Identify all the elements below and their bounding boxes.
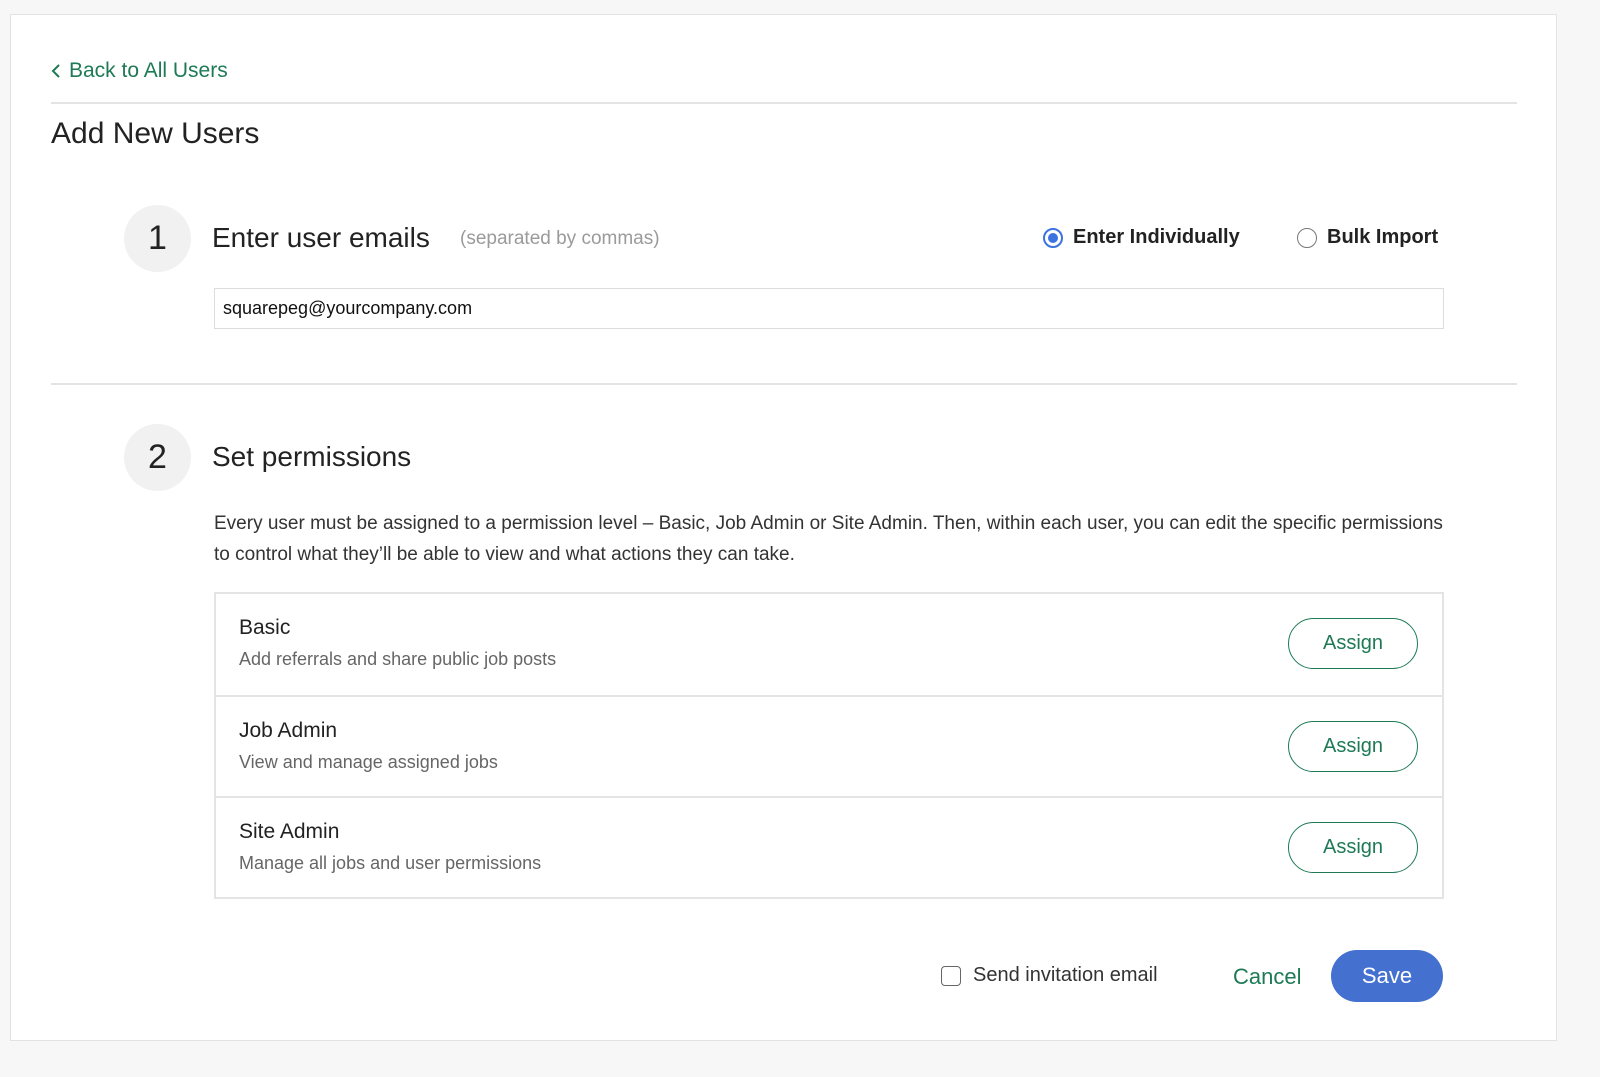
step-hint: (separated by commas) bbox=[460, 228, 660, 249]
step-number: 1 bbox=[124, 205, 191, 272]
permission-name: Site Admin bbox=[239, 820, 340, 843]
divider bbox=[51, 102, 1517, 104]
permission-name: Basic bbox=[239, 616, 291, 639]
checkbox-icon[interactable] bbox=[941, 965, 961, 986]
assign-job-admin-button[interactable]: Assign bbox=[1288, 721, 1418, 772]
permission-description: View and manage assigned jobs bbox=[239, 752, 498, 772]
chevron-left-icon bbox=[51, 64, 60, 78]
divider bbox=[51, 383, 1517, 385]
email-input[interactable] bbox=[214, 288, 1444, 329]
permission-row-site-admin: Site Admin Manage all jobs and user perm… bbox=[216, 796, 1442, 897]
page-title: Add New Users bbox=[51, 117, 260, 150]
permission-description: Manage all jobs and user permissions bbox=[239, 853, 542, 873]
assign-site-admin-button[interactable]: Assign bbox=[1288, 822, 1418, 873]
permissions-description: Every user must be assigned to a permiss… bbox=[214, 513, 1443, 565]
permission-description: Add referrals and share public job posts bbox=[239, 649, 557, 669]
radio-unselected-icon bbox=[1297, 227, 1317, 248]
cancel-button[interactable]: Cancel bbox=[1233, 964, 1301, 990]
back-link[interactable]: Back to All Users bbox=[51, 59, 228, 83]
radio-label: Enter Individually bbox=[1073, 226, 1240, 248]
send-invitation-label: Send invitation email bbox=[973, 964, 1158, 986]
permission-row-basic: Basic Add referrals and share public job… bbox=[216, 594, 1442, 695]
step-heading: Enter user emails bbox=[212, 222, 430, 253]
permission-levels-table: Basic Add referrals and share public job… bbox=[214, 592, 1444, 899]
add-users-card: Back to All Users Add New Users 1 Enter … bbox=[10, 14, 1557, 1041]
radio-selected-icon bbox=[1043, 227, 1063, 248]
send-invitation-checkbox[interactable]: Send invitation email bbox=[941, 964, 1158, 987]
radio-enter-individually[interactable]: Enter Individually bbox=[1043, 226, 1240, 249]
radio-bulk-import[interactable]: Bulk Import bbox=[1297, 226, 1438, 249]
assign-basic-button[interactable]: Assign bbox=[1288, 618, 1418, 669]
step-heading: Set permissions bbox=[212, 441, 412, 472]
permission-row-job-admin: Job Admin View and manage assigned jobs … bbox=[216, 695, 1442, 796]
permission-name: Job Admin bbox=[239, 719, 338, 742]
step-number: 2 bbox=[124, 424, 191, 491]
save-button[interactable]: Save bbox=[1331, 950, 1443, 1002]
back-link-label: Back to All Users bbox=[69, 59, 228, 82]
radio-label: Bulk Import bbox=[1327, 226, 1439, 248]
